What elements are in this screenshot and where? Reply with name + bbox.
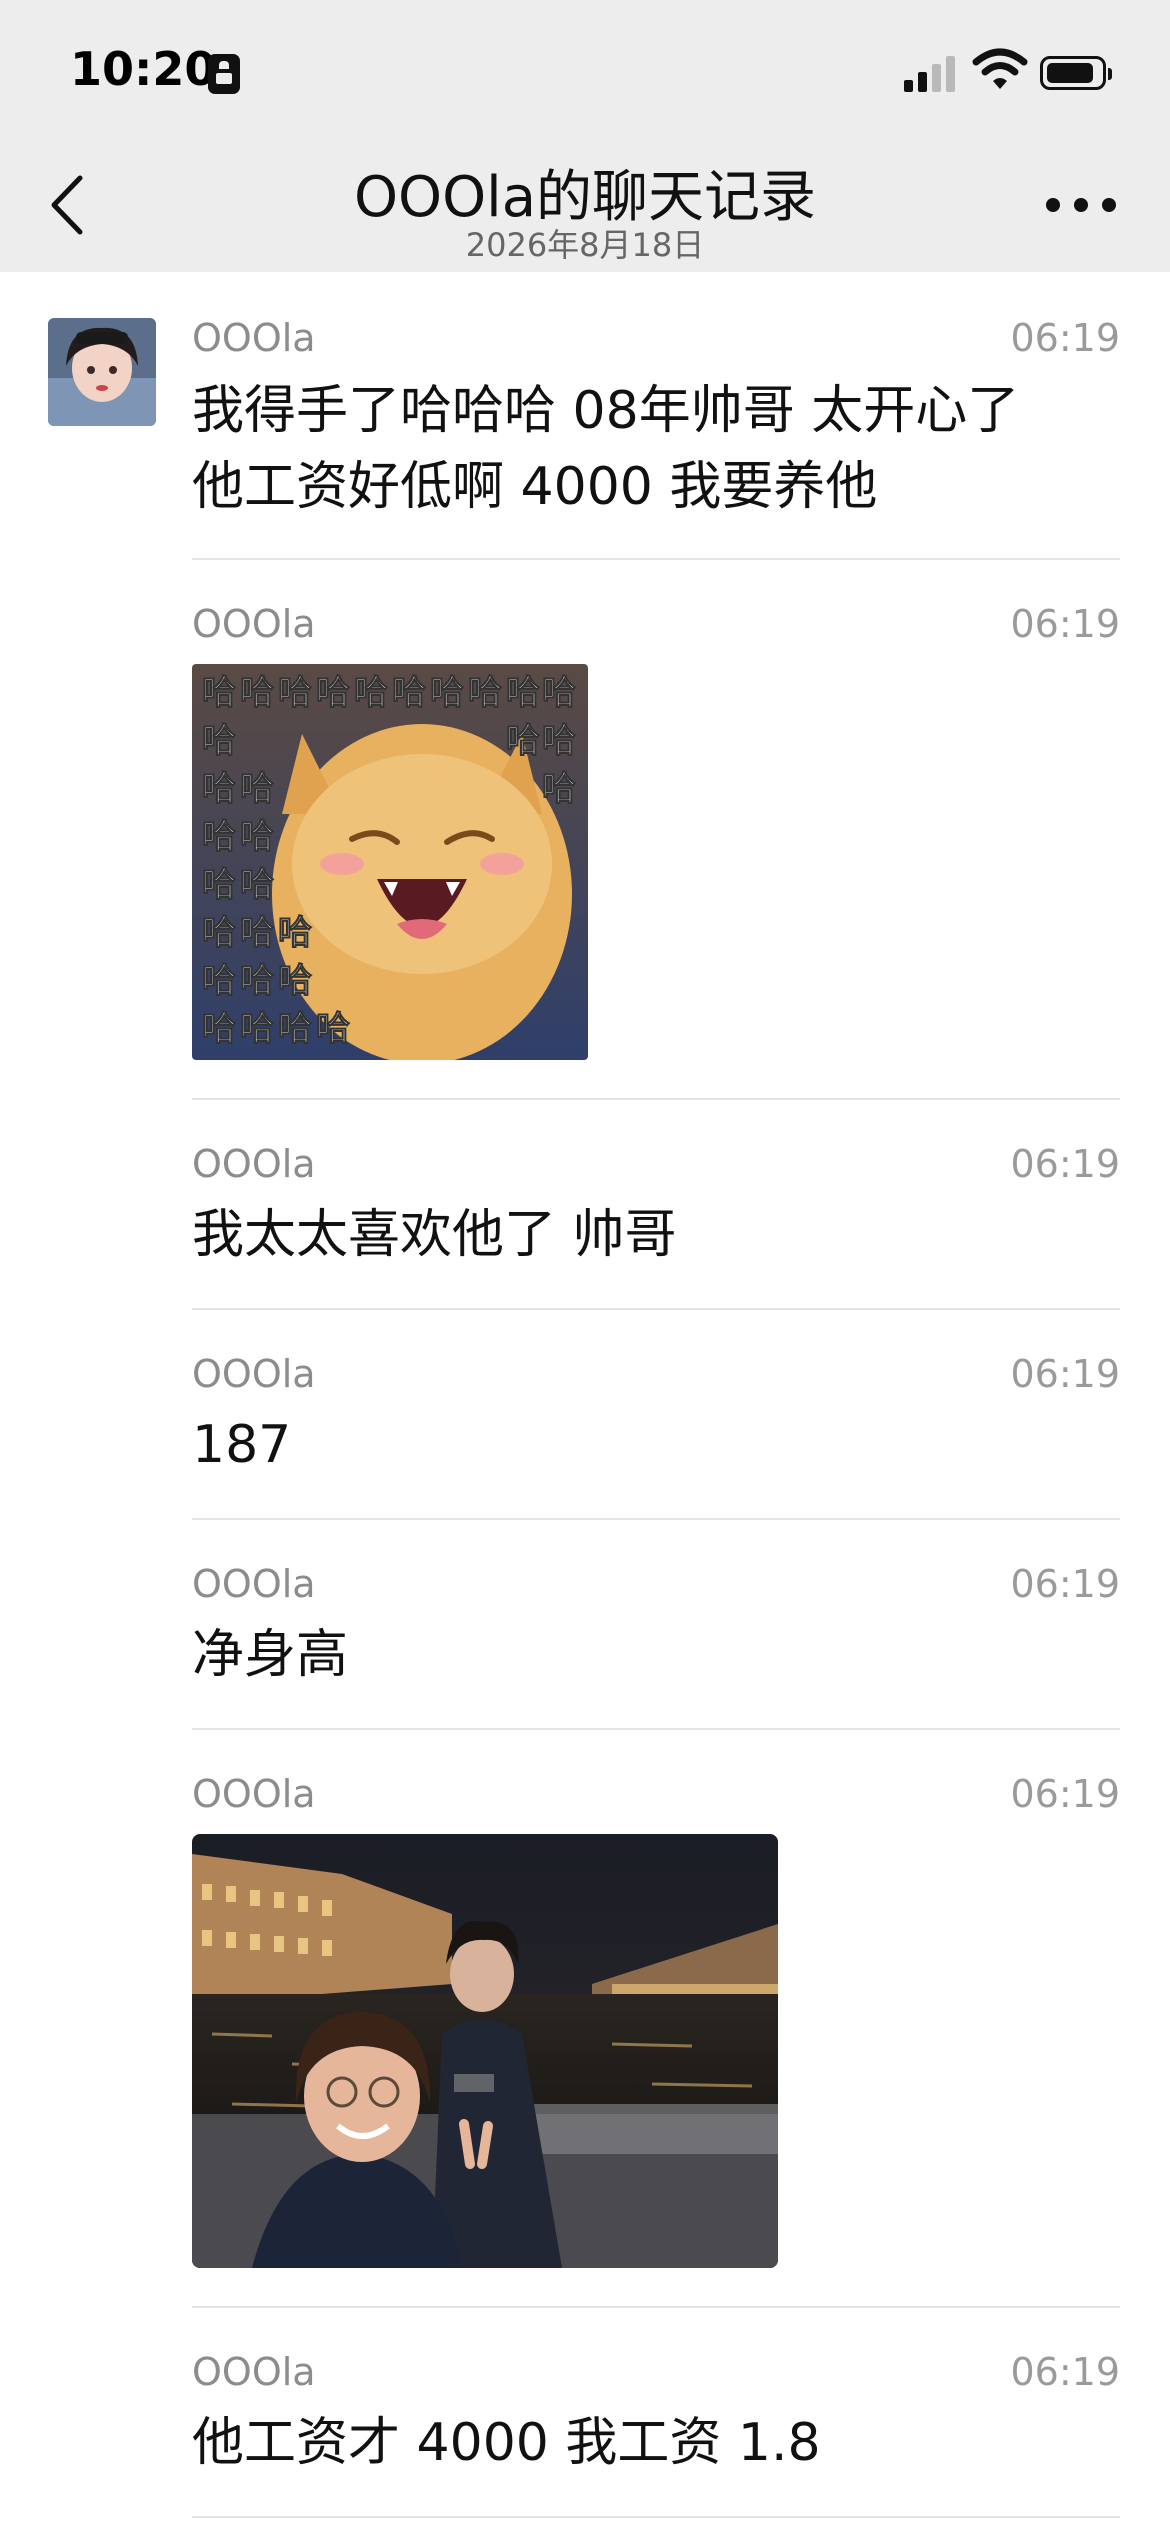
- sticker-text: 哈: [278, 913, 312, 953]
- sticker-text: 哈: [240, 817, 274, 857]
- message-sender: OOOla: [192, 2350, 316, 2394]
- message-time: 06:19: [1010, 1352, 1120, 1396]
- sticker-text: 哈: [468, 673, 502, 713]
- divider: [192, 1728, 1120, 1730]
- message-item[interactable]: OOOla 06:19 净身高: [192, 1562, 1120, 1702]
- page-subtitle-date: 2026年8月18日: [465, 226, 705, 264]
- message-time: 06:19: [1010, 1142, 1120, 1186]
- sticker-text: 哈: [202, 721, 236, 761]
- divider: [192, 2516, 1120, 2518]
- sticker-text: 哈: [430, 673, 464, 713]
- sticker-text: 哈: [278, 961, 312, 1001]
- message-time: 06:19: [1010, 1772, 1120, 1816]
- laughing-cat-sticker-image[interactable]: 哈 哈 哈 哈 哈 哈 哈 哈 哈 哈 哈 哈 哈 哈 哈 哈 哈 哈 哈 哈 …: [192, 664, 588, 1060]
- sticker-text: 哈: [202, 817, 236, 857]
- sticker-text: 哈: [202, 961, 236, 1001]
- sticker-text: 哈: [278, 1009, 312, 1049]
- status-time: 10:20: [70, 42, 217, 96]
- sticker-text: 哈: [316, 673, 350, 713]
- sticker-text: 哈: [202, 769, 236, 809]
- message-sender: OOOla: [192, 1772, 316, 1816]
- message-text: 他工资才 4000 我工资 1.8: [192, 2413, 821, 2473]
- message-item[interactable]: OOOla 06:19 187: [192, 1352, 1120, 1492]
- message-text: 我太太喜欢他了 帅哥: [192, 1205, 677, 1265]
- sticker-text: 哈: [278, 673, 312, 713]
- divider: [192, 2306, 1120, 2308]
- sticker-text: 哈: [240, 1009, 274, 1049]
- message-sender: OOOla: [192, 1142, 316, 1186]
- sticker-text: 哈: [202, 913, 236, 953]
- night-river-selfie-photo[interactable]: [192, 1834, 778, 2268]
- sticker-text: 哈: [240, 769, 274, 809]
- message-sender: OOOla: [192, 1352, 316, 1396]
- sticker-text: 哈: [354, 673, 388, 713]
- divider: [192, 1518, 1120, 1520]
- sticker-text: 哈: [240, 913, 274, 953]
- message-time: 06:19: [1010, 2350, 1120, 2394]
- message-sender: OOOla: [192, 1562, 316, 1606]
- sticker-text: 哈: [240, 961, 274, 1001]
- message-item[interactable]: OOOla 06:19 我得手了哈哈哈 08年帅哥 太开心了 他工资好低啊 40…: [192, 316, 1120, 546]
- message-text: 净身高: [192, 1625, 349, 1685]
- header: 10:20 OOOla的聊天记录 2026年8月18日: [0, 0, 1170, 272]
- sticker-text: 哈: [542, 673, 576, 713]
- sticker-text: 哈: [542, 769, 576, 809]
- sticker-text: 哈: [240, 865, 274, 905]
- avatar[interactable]: [48, 318, 156, 426]
- sticker-text: 哈: [202, 1009, 236, 1049]
- message-item[interactable]: OOOla 06:19: [192, 1772, 1120, 1832]
- more-options-icon[interactable]: [1046, 198, 1116, 214]
- divider: [192, 1098, 1120, 1100]
- sticker-text: 哈: [542, 721, 576, 761]
- message-sender: OOOla: [192, 602, 316, 646]
- sticker-text: 哈: [202, 865, 236, 905]
- battery-icon: [1040, 56, 1112, 90]
- message-text-line: 我得手了哈哈哈 08年帅哥 太开心了: [192, 381, 1020, 441]
- divider: [192, 1308, 1120, 1310]
- message-time: 06:19: [1010, 1562, 1120, 1606]
- contact-card-icon: [208, 54, 240, 94]
- sticker-text: 哈: [506, 673, 540, 713]
- sticker-text: 哈: [392, 673, 426, 713]
- cellular-signal-icon: [904, 52, 958, 92]
- message-sender: OOOla: [192, 316, 316, 360]
- wifi-icon: [972, 48, 1028, 89]
- message-time: 06:19: [1010, 316, 1120, 360]
- message-time: 06:19: [1010, 602, 1120, 646]
- message-item[interactable]: OOOla 06:19 他工资才 4000 我工资 1.8: [192, 2350, 1120, 2490]
- message-item[interactable]: OOOla 06:19 我太太喜欢他了 帅哥: [192, 1142, 1120, 1282]
- divider: [192, 558, 1120, 560]
- sticker-text: 哈: [316, 1009, 350, 1049]
- sticker-text: 哈: [240, 673, 274, 713]
- sticker-text: 哈: [202, 673, 236, 713]
- message-text: 187: [192, 1415, 292, 1475]
- message-text-line: 他工资好低啊 4000 我要养他: [192, 457, 878, 517]
- message-item[interactable]: OOOla 06:19: [192, 602, 1120, 662]
- sticker-text: 哈: [506, 721, 540, 761]
